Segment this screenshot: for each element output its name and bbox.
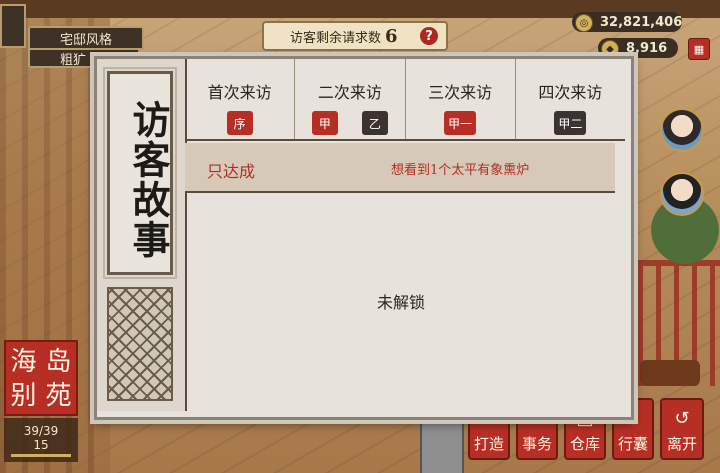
lantern-decoration xyxy=(0,4,26,48)
coin-amount: 32,821,406 xyxy=(600,14,683,30)
story-status: 只达成 xyxy=(207,162,256,181)
chip-jia[interactable]: 甲 xyxy=(311,111,338,135)
tea-table xyxy=(640,360,700,386)
location-name-plaque: 海 岛 别 苑 xyxy=(4,340,78,416)
gem-amount: 8,916 xyxy=(626,40,668,56)
visitor-avatar-2[interactable] xyxy=(660,172,704,216)
craft-label: 打造 xyxy=(473,435,504,453)
tab-third-visit-label: 三次来访 xyxy=(428,83,493,102)
chip-intro[interactable]: 序 xyxy=(226,111,253,135)
level-bar xyxy=(11,453,71,457)
visitor-requests-count: 6 xyxy=(385,25,398,47)
location-char-2: 岛 xyxy=(45,347,72,377)
modal-title-box: 访客故事 xyxy=(103,67,177,279)
help-icon[interactable]: ? xyxy=(420,27,438,45)
stone-lantern xyxy=(420,420,464,473)
calendar-icon[interactable]: ▦ xyxy=(688,38,710,60)
visitor-avatar-1[interactable] xyxy=(660,108,704,152)
affairs-label: 事务 xyxy=(521,435,552,453)
visitor-requests-box: 访客剩余请求数 6 ? xyxy=(262,21,448,51)
return-icon: ↺ xyxy=(674,408,690,429)
mansion-style-text: 宅邸风格 xyxy=(59,32,112,48)
lattice-decoration xyxy=(107,287,173,401)
tab-first-visit-label: 首次来访 xyxy=(207,83,272,102)
location-level: 15 xyxy=(33,437,49,452)
location-char-3: 别 xyxy=(10,381,37,411)
gem-balance: ◆ 8,916 xyxy=(598,38,678,58)
visitor-requests-label: 访客剩余请求数 xyxy=(290,30,382,46)
location-capacity: 39/39 xyxy=(23,423,59,438)
visit-tabs: 首次来访 序 二次来访 甲 乙 三次来访 甲一 四次来访 甲二 xyxy=(185,59,625,141)
leave-button[interactable]: ↺ 离开 xyxy=(660,398,704,460)
mansion-style-value-text: 粗犷 xyxy=(60,52,87,68)
warehouse-label: 仓库 xyxy=(569,435,600,453)
tab-second-visit[interactable]: 二次来访 甲 乙 xyxy=(295,59,406,139)
visitor-story-modal: 访客故事 首次来访 序 二次来访 甲 乙 三次来访 甲一 四次来访 甲二 只达成… xyxy=(94,56,634,420)
chip-yi[interactable]: 乙 xyxy=(361,111,388,135)
chip-jia-yi[interactable]: 甲一 xyxy=(444,111,477,135)
tab-fourth-visit[interactable]: 四次来访 甲二 xyxy=(516,59,625,139)
mansion-style-label[interactable]: 宅邸风格 xyxy=(28,26,144,50)
tab-second-visit-label: 二次来访 xyxy=(317,83,382,102)
location-char-1: 海 xyxy=(10,347,37,377)
location-stats: 39/39 15 xyxy=(4,418,78,462)
leave-label: 离开 xyxy=(666,435,697,453)
locked-message: 未解锁 xyxy=(377,293,426,312)
story-description: 想看到1个太平有象熏炉 xyxy=(391,163,530,178)
modal-side-panel: 访客故事 xyxy=(97,59,187,411)
tab-first-visit[interactable]: 首次来访 序 xyxy=(185,59,296,139)
story-entry-row[interactable]: 只达成 想看到1个太平有象熏炉 xyxy=(185,143,615,193)
coin-icon: ◎ xyxy=(575,14,593,32)
tab-fourth-visit-label: 四次来访 xyxy=(538,83,603,102)
coin-balance: ◎ 32,821,406 xyxy=(572,12,682,32)
location-char-4: 苑 xyxy=(45,381,72,411)
bag-label: 行囊 xyxy=(617,435,648,453)
chip-jia-er[interactable]: 甲二 xyxy=(554,111,587,135)
tab-third-visit[interactable]: 三次来访 甲一 xyxy=(406,59,516,139)
modal-title: 访客故事 xyxy=(126,100,171,260)
